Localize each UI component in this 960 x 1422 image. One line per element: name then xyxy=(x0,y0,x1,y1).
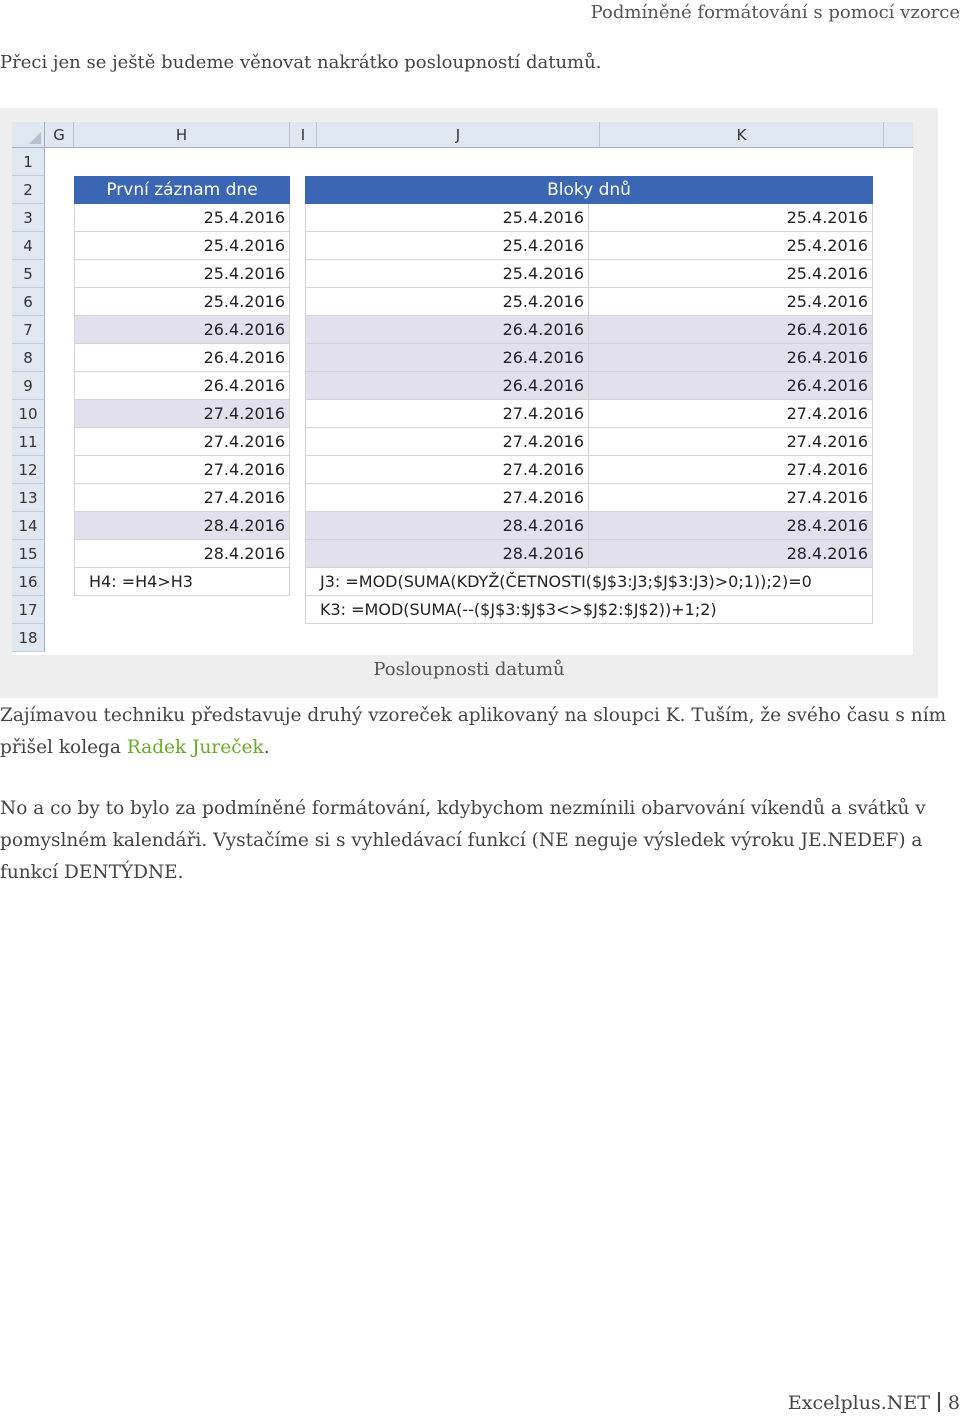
column-header-i: I xyxy=(290,122,317,148)
cell-j-date: 26.4.2016 xyxy=(305,372,589,400)
intro-text: Přeci jen se ještě budeme věnovat nakrát… xyxy=(0,52,602,73)
cell-j-date: 27.4.2016 xyxy=(305,428,589,456)
row-header-16: 16 xyxy=(12,568,45,596)
row-header-13: 13 xyxy=(12,484,45,512)
row-header-8: 8 xyxy=(12,344,45,372)
row-header-9: 9 xyxy=(12,372,45,400)
figure-caption: Posloupnosti datumů xyxy=(373,659,565,680)
cell-k-date: 25.4.2016 xyxy=(589,260,873,288)
cell-j-date: 27.4.2016 xyxy=(305,484,589,512)
cell-k-date: 26.4.2016 xyxy=(589,316,873,344)
cell-h-date: 27.4.2016 xyxy=(74,400,290,428)
column-header-j: J xyxy=(317,122,600,148)
cell-k-date: 28.4.2016 xyxy=(589,540,873,568)
select-all-corner xyxy=(12,122,45,148)
cell-h-date: 27.4.2016 xyxy=(74,484,290,512)
cell-j-date: 28.4.2016 xyxy=(305,512,589,540)
column-header-k: K xyxy=(600,122,884,148)
footer-site: Excelplus.NET xyxy=(787,1392,930,1414)
column-header-g: G xyxy=(45,122,74,148)
cell-k-date: 27.4.2016 xyxy=(589,456,873,484)
cell-k-date: 25.4.2016 xyxy=(589,232,873,260)
row-header-11: 11 xyxy=(12,428,45,456)
cell-h-date: 25.4.2016 xyxy=(74,260,290,288)
cell-h-date: 26.4.2016 xyxy=(74,316,290,344)
figure: G H I J K 1 2 3 4 5 6 7 8 9 10 11 12 13 14 15 16 17 18 První zá… xyxy=(0,108,938,698)
cell-j-date: 25.4.2016 xyxy=(305,232,589,260)
cell-h-date: 25.4.2016 xyxy=(74,288,290,316)
row-header-15: 15 xyxy=(12,540,45,568)
cell-j-date: 25.4.2016 xyxy=(305,260,589,288)
row-header-18: 18 xyxy=(12,624,45,652)
table-header-day-blocks: Bloky dnů xyxy=(305,176,873,204)
spreadsheet-screenshot: G H I J K 1 2 3 4 5 6 7 8 9 10 11 12 13 14 15 16 17 18 První zá… xyxy=(12,122,913,655)
cell-j-date: 25.4.2016 xyxy=(305,288,589,316)
cell-k-date: 26.4.2016 xyxy=(589,344,873,372)
cell-h-date: 26.4.2016 xyxy=(74,372,290,400)
cell-k-date: 26.4.2016 xyxy=(589,372,873,400)
cell-h-date: 25.4.2016 xyxy=(74,232,290,260)
cell-h-date: 25.4.2016 xyxy=(74,204,290,232)
cell-h-date: 26.4.2016 xyxy=(74,344,290,372)
footer-separator xyxy=(937,1392,940,1412)
cell-k-date: 25.4.2016 xyxy=(589,288,873,316)
cell-k-date: 28.4.2016 xyxy=(589,512,873,540)
row-header-6: 6 xyxy=(12,288,45,316)
paragraph-1: Zajímavou techniku představuje druhý vzo… xyxy=(0,700,960,764)
cell-h-date: 28.4.2016 xyxy=(74,540,290,568)
cell-h-date: 28.4.2016 xyxy=(74,512,290,540)
formula-k: K3: =MOD(SUMA(--($J$3:$J$3<>$J$2:$J$2))+… xyxy=(305,596,873,624)
cell-k-date: 25.4.2016 xyxy=(589,204,873,232)
paragraph-1-end: . xyxy=(263,737,270,758)
formula-h: H4: =H4>H3 xyxy=(74,568,290,596)
footer-page-number: 8 xyxy=(947,1392,960,1414)
cell-j-date: 27.4.2016 xyxy=(305,400,589,428)
row-header-3: 3 xyxy=(12,204,45,232)
cell-j-date: 26.4.2016 xyxy=(305,344,589,372)
column-header-filler xyxy=(884,122,913,148)
cell-j-date: 25.4.2016 xyxy=(305,204,589,232)
cell-k-date: 27.4.2016 xyxy=(589,484,873,512)
row-header-2: 2 xyxy=(12,176,45,204)
column-header-h: H xyxy=(74,122,290,148)
row-header-10: 10 xyxy=(12,400,45,428)
cell-h-date: 27.4.2016 xyxy=(74,428,290,456)
row-header-1: 1 xyxy=(12,148,45,176)
paragraph-2: No a co by to bylo za podmíněné formátov… xyxy=(0,798,926,883)
row-header-5: 5 xyxy=(12,260,45,288)
row-header-7: 7 xyxy=(12,316,45,344)
running-head: Podmíněné formátování s pomocí vzorce xyxy=(590,2,960,23)
row-header-4: 4 xyxy=(12,232,45,260)
formula-j: J3: =MOD(SUMA(KDYŽ(ČETNOSTI($J$3:J3;$J$3… xyxy=(305,568,873,596)
table-header-first-entry: První záznam dne xyxy=(74,176,290,204)
row-header-17: 17 xyxy=(12,596,45,624)
cell-j-date: 28.4.2016 xyxy=(305,540,589,568)
cell-h-date: 27.4.2016 xyxy=(74,456,290,484)
cell-j-date: 26.4.2016 xyxy=(305,316,589,344)
cell-k-date: 27.4.2016 xyxy=(589,400,873,428)
row-header-14: 14 xyxy=(12,512,45,540)
row-header-12: 12 xyxy=(12,456,45,484)
cell-j-date: 27.4.2016 xyxy=(305,456,589,484)
cell-k-date: 27.4.2016 xyxy=(589,428,873,456)
page-footer: Excelplus.NET 8 xyxy=(788,1392,960,1414)
author-link[interactable]: Radek Jureček xyxy=(127,737,264,758)
